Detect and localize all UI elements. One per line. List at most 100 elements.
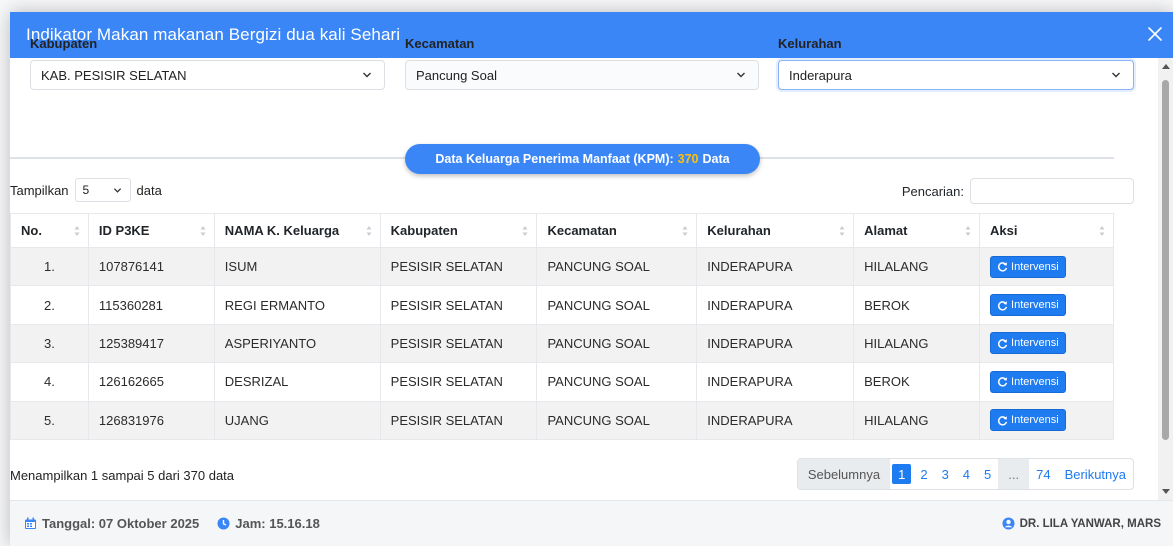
- intervensi-button[interactable]: Intervensi: [990, 370, 1066, 393]
- close-icon: [1148, 27, 1162, 41]
- table-cell: Intervensi: [979, 246, 1114, 287]
- table-cell: INDERAPURA: [696, 323, 855, 364]
- table-row: 2. 115360281 REGI ERMANTO PESISIR SELATA…: [10, 285, 1114, 325]
- page-button[interactable]: 2: [913, 459, 934, 489]
- intervensi-button[interactable]: Intervensi: [990, 409, 1066, 432]
- scroll-down-arrow-icon[interactable]: [1162, 489, 1170, 494]
- column-header[interactable]: Kelurahan: [696, 213, 855, 248]
- page-length-control: Tampilkan 5 data: [10, 178, 162, 202]
- kpm-prefix: Data Keluarga Penerima Manfaat (KPM):: [435, 152, 674, 166]
- calendar-icon: [25, 517, 36, 529]
- close-button[interactable]: [1145, 24, 1167, 46]
- intervensi-button[interactable]: Intervensi: [990, 294, 1066, 317]
- search-input[interactable]: [970, 178, 1134, 204]
- clock-icon: [217, 517, 230, 530]
- table-cell: INDERAPURA: [696, 285, 855, 325]
- table-cell: PESISIR SELATAN: [379, 246, 538, 287]
- sort-icon: [74, 226, 80, 236]
- refresh-icon: [998, 415, 1008, 426]
- kecamatan-label: Kecamatan: [405, 36, 475, 51]
- table-cell: 3.: [10, 323, 89, 364]
- chevron-down-icon: [113, 188, 121, 193]
- sort-icon: [682, 226, 688, 236]
- table-cell: DESRIZAL: [213, 362, 381, 402]
- refresh-icon: [998, 339, 1008, 349]
- kpm-table: No. ID P3KE NAMA K. Keluarga Kabupaten K…: [10, 213, 1114, 440]
- table-cell: PESISIR SELATAN: [379, 285, 538, 325]
- prev-page-button[interactable]: Sebelumnya: [797, 459, 891, 489]
- table-cell: 126162665: [87, 362, 215, 402]
- table-cell: INDERAPURA: [696, 400, 855, 440]
- modal-dialog: Indikator Makan makanan Bergizi dua kali…: [10, 12, 1173, 546]
- footer-date-text: Tanggal: 07 Oktober 2025: [42, 516, 200, 531]
- intervensi-button[interactable]: Intervensi: [990, 332, 1066, 355]
- column-header[interactable]: Kabupaten: [379, 213, 538, 248]
- table-cell: PANCUNG SOAL: [536, 362, 698, 402]
- table-cell: UJANG: [213, 400, 381, 440]
- column-header[interactable]: Kecamatan: [536, 213, 698, 248]
- sort-icon: [1099, 226, 1105, 236]
- table-cell: Intervensi: [979, 400, 1114, 440]
- page-button[interactable]: 4: [956, 459, 977, 489]
- scrollbar[interactable]: [1158, 58, 1173, 500]
- table-cell: HILALANG: [853, 400, 981, 440]
- sort-icon: [366, 226, 372, 236]
- sort-icon: [839, 226, 845, 236]
- search-control: Pencarian:: [902, 178, 1134, 204]
- table-cell: INDERAPURA: [696, 246, 855, 287]
- intervensi-label: Intervensi: [1011, 414, 1059, 427]
- table-cell: HILALANG: [853, 246, 981, 287]
- scrollbar-thumb[interactable]: [1162, 80, 1169, 440]
- page-button[interactable]: 3: [935, 459, 956, 489]
- table-cell: REGI ERMANTO: [213, 285, 381, 325]
- next-page-button[interactable]: Berikutnya: [1058, 459, 1133, 489]
- page-button-current[interactable]: 1: [892, 464, 912, 484]
- footer-time: Jam: 15.16.18: [217, 516, 320, 531]
- intervensi-label: Intervensi: [1011, 299, 1059, 312]
- table-info: Menampilkan 1 sampai 5 dari 370 data: [10, 468, 235, 483]
- table-cell: Intervensi: [979, 285, 1114, 325]
- page-length-select[interactable]: 5: [74, 178, 131, 202]
- footer-time-text: Jam: 15.16.18: [235, 516, 320, 531]
- table-cell: 5.: [10, 400, 89, 440]
- footer-user-name: DR. LILA YANWAR, MARS: [1019, 517, 1161, 530]
- table-cell: PESISIR SELATAN: [379, 400, 538, 440]
- table-cell: 125389417: [87, 323, 215, 364]
- table-row: 1. 107876141 ISUM PESISIR SELATAN PANCUN…: [10, 246, 1114, 287]
- intervensi-button[interactable]: Intervensi: [990, 255, 1066, 278]
- column-header[interactable]: No.: [10, 213, 89, 248]
- sort-icon: [200, 226, 206, 236]
- scroll-up-arrow-icon[interactable]: [1162, 64, 1170, 69]
- table-cell: PANCUNG SOAL: [536, 285, 698, 325]
- footer-user: DR. LILA YANWAR, MARS: [1002, 517, 1161, 530]
- page-button[interactable]: 5: [977, 459, 998, 489]
- pagination-ellipsis: ...: [998, 459, 1030, 489]
- modal-body: Data Keluarga Penerima Manfaat (KPM): 3 7…: [10, 58, 1158, 500]
- table-row: 3. 125389417 ASPERIYANTO PESISIR SELATAN…: [10, 323, 1114, 364]
- data-label: data: [136, 182, 162, 198]
- table-cell: PESISIR SELATAN: [379, 362, 538, 402]
- table-cell: 126831976: [87, 400, 215, 440]
- kpm-count-badge: Data Keluarga Penerima Manfaat (KPM): 37…: [405, 144, 760, 174]
- column-header[interactable]: NAMA K. Keluarga: [213, 213, 381, 248]
- table-cell: PANCUNG SOAL: [536, 323, 698, 364]
- sort-icon: [965, 226, 971, 236]
- column-header[interactable]: Alamat: [853, 213, 981, 248]
- search-label: Pencarian:: [901, 183, 964, 199]
- table-cell: 2.: [10, 285, 89, 325]
- column-header[interactable]: ID P3KE: [87, 213, 215, 248]
- table-header-row: No. ID P3KE NAMA K. Keluarga Kabupaten K…: [10, 213, 1114, 248]
- kabupaten-label: Kabupaten: [30, 36, 98, 51]
- intervensi-label: Intervensi: [1011, 337, 1059, 350]
- table-cell: Intervensi: [979, 362, 1114, 402]
- kelurahan-label: Kelurahan: [778, 36, 842, 51]
- column-header[interactable]: Aksi: [979, 213, 1114, 248]
- intervensi-label: Intervensi: [1011, 260, 1059, 273]
- table-cell: PANCUNG SOAL: [536, 246, 698, 287]
- refresh-icon: [998, 377, 1008, 387]
- refresh-icon: [998, 300, 1008, 311]
- table-cell: 107876141: [87, 246, 215, 287]
- table-cell: INDERAPURA: [696, 362, 855, 402]
- page-button-last[interactable]: 74: [1029, 459, 1057, 489]
- table-cell: BEROK: [853, 362, 981, 402]
